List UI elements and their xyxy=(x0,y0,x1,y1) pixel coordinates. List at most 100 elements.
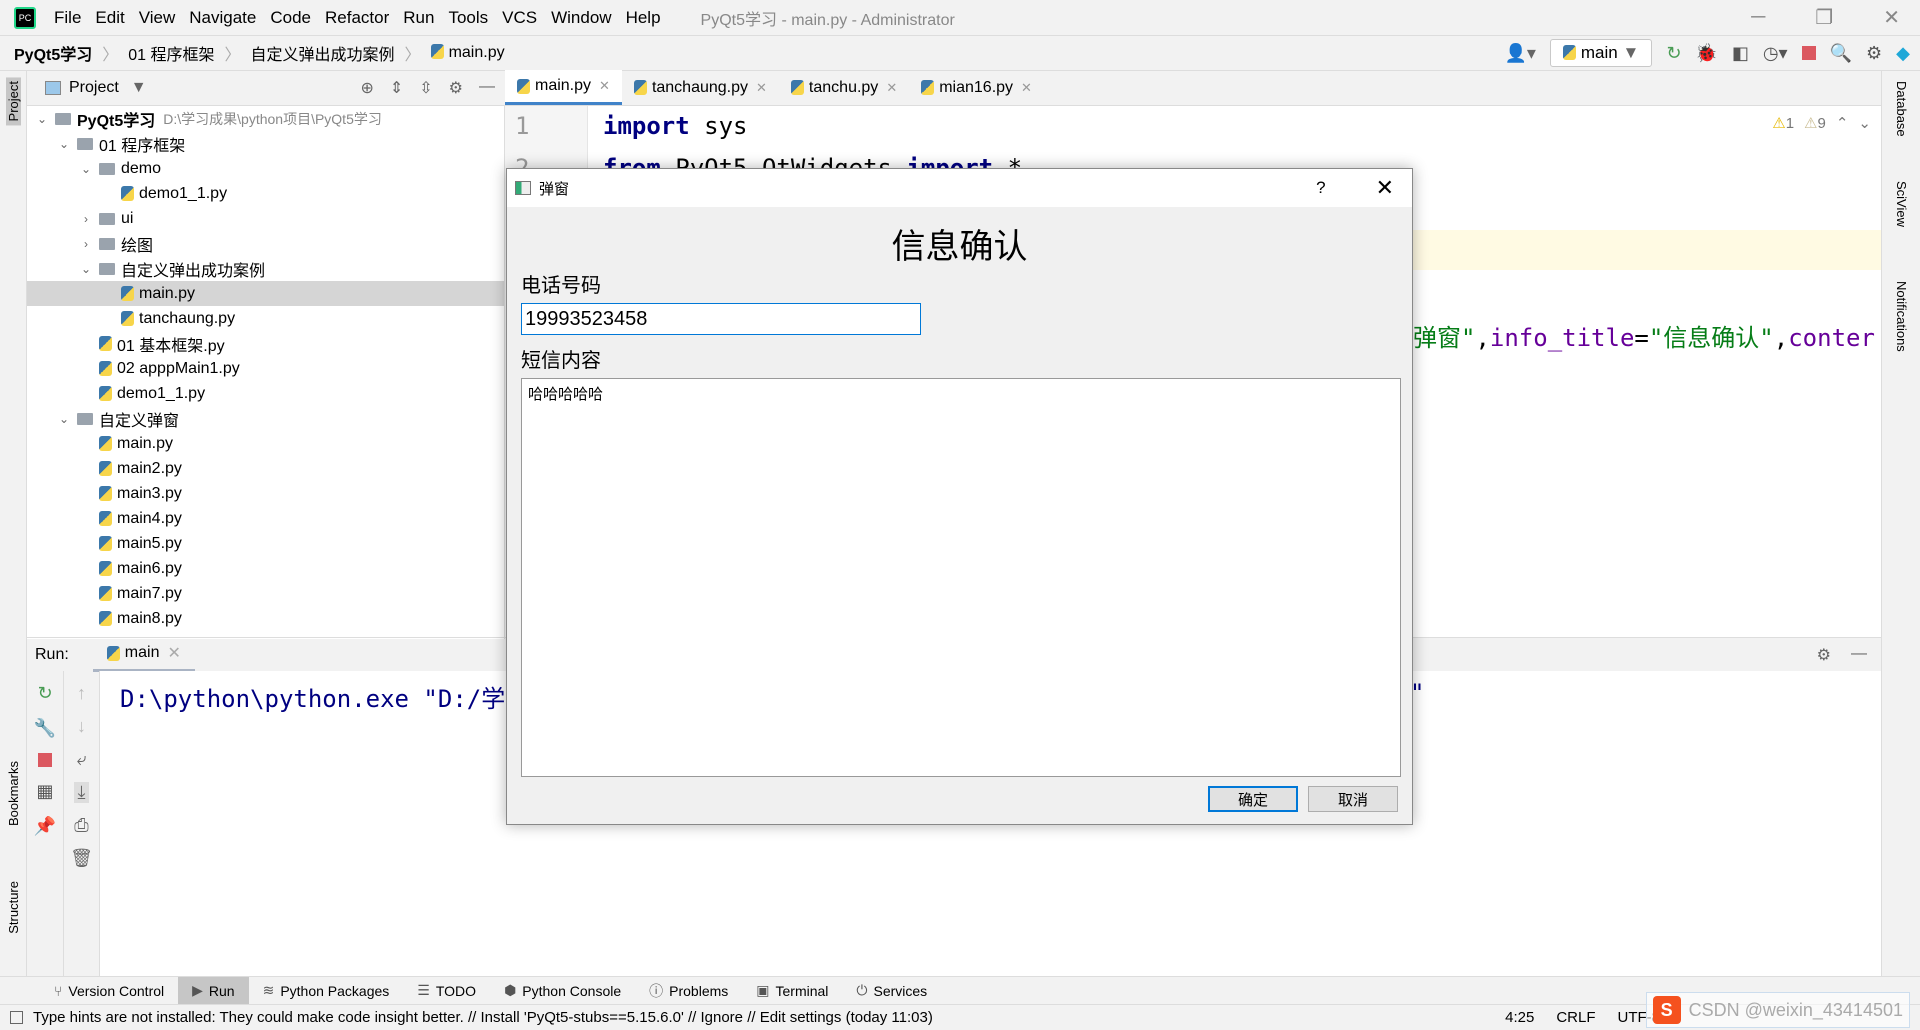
gear-icon[interactable]: ⚙ xyxy=(449,78,463,98)
tool-todo[interactable]: ☰ TODO xyxy=(403,977,490,1005)
chevron-down-icon[interactable]: ⌄ xyxy=(77,162,95,176)
menu-navigate[interactable]: Navigate xyxy=(189,8,256,28)
editor-tab[interactable]: mian16.py ✕ xyxy=(909,70,1044,105)
editor-tab[interactable]: main.py ✕ xyxy=(505,70,622,105)
menu-run[interactable]: Run xyxy=(403,8,434,28)
tree-item[interactable]: main7.py xyxy=(27,581,504,606)
run-config-select[interactable]: main ▼ xyxy=(1549,39,1653,67)
trash-icon[interactable]: 🗑 xyxy=(70,848,93,869)
menu-tools[interactable]: Tools xyxy=(448,8,488,28)
tool-python-packages[interactable]: ≋ Python Packages xyxy=(249,977,404,1005)
tree-item[interactable]: demo1_1.py xyxy=(27,381,504,406)
breadcrumb-item[interactable]: 01 程序框架 xyxy=(128,41,214,65)
breadcrumb-item[interactable]: PyQt5学习 xyxy=(14,41,92,65)
tree-item[interactable]: main8.py xyxy=(27,606,504,631)
print-icon[interactable]: ⎙ xyxy=(74,815,88,836)
tree-item[interactable]: › ui xyxy=(27,206,504,231)
chevron-right-icon[interactable]: › xyxy=(77,237,95,251)
close-tab-icon[interactable]: ✕ xyxy=(756,80,767,96)
tree-item[interactable]: › 绘图 xyxy=(27,231,504,256)
tree-item[interactable]: main3.py xyxy=(27,481,504,506)
gear-icon[interactable]: ⚙ xyxy=(1866,43,1882,64)
breadcrumb-item[interactable]: main.py xyxy=(430,44,515,62)
tree-item[interactable]: tanchaung.py xyxy=(27,306,504,331)
cancel-button[interactable]: 取消 xyxy=(1308,786,1398,812)
status-message[interactable]: Type hints are not installed: They could… xyxy=(33,1009,933,1026)
user-icon[interactable]: 👤▾ xyxy=(1504,43,1535,64)
tree-item[interactable]: 02 apppMain1.py xyxy=(27,356,504,381)
tool-version-control[interactable]: ⑂ Version Control xyxy=(40,977,178,1005)
profile-icon[interactable]: ◷▾ xyxy=(1763,43,1788,64)
stripe-project[interactable]: Project xyxy=(6,77,21,126)
menu-window[interactable]: Window xyxy=(551,8,611,28)
stop-icon[interactable] xyxy=(1801,46,1816,60)
locate-icon[interactable]: ⊕ xyxy=(360,78,373,98)
menu-file[interactable]: File xyxy=(54,8,81,28)
inspection-widget[interactable]: ⚠1 ⚠9 ⌃ ⌄ xyxy=(1772,114,1871,132)
editor-tab[interactable]: tanchaung.py ✕ xyxy=(622,70,779,105)
dialog-close-button[interactable]: ✕ xyxy=(1376,175,1394,201)
hide-icon[interactable]: — xyxy=(1851,645,1867,665)
tree-item[interactable]: main.py xyxy=(27,281,504,306)
close-tab-icon[interactable]: ✕ xyxy=(1021,80,1032,96)
tree-item[interactable]: main5.py xyxy=(27,531,504,556)
search-icon[interactable]: 🔍 xyxy=(1830,43,1852,64)
tree-item[interactable]: 01 基本框架.py xyxy=(27,331,504,356)
tree-item[interactable]: main6.py xyxy=(27,556,504,581)
tool-run[interactable]: ▶ Run xyxy=(178,976,249,1005)
menu-view[interactable]: View xyxy=(139,8,176,28)
tool-problems[interactable]: ⓘ Problems xyxy=(635,977,742,1005)
coverage-icon[interactable]: ◧ xyxy=(1732,43,1749,64)
chevron-down-icon[interactable]: ⌄ xyxy=(55,412,73,426)
minimize-button[interactable]: ─ xyxy=(1751,6,1765,29)
tree-item[interactable]: ⌄ 01 程序框架 xyxy=(27,131,504,156)
menu-code[interactable]: Code xyxy=(270,8,311,28)
up-icon[interactable]: ↑ xyxy=(77,683,86,704)
breadcrumb-item[interactable]: 自定义弹出成功案例 xyxy=(251,41,395,65)
editor-tab[interactable]: tanchu.py ✕ xyxy=(779,70,909,105)
expand-all-icon[interactable]: ⇕ xyxy=(390,78,403,98)
hide-icon[interactable]: — xyxy=(479,78,495,98)
pin-icon[interactable]: 📌 xyxy=(34,816,56,837)
help-button[interactable]: ? xyxy=(1316,178,1325,198)
collapse-all-icon[interactable]: ⇳ xyxy=(419,78,432,98)
menu-vcs[interactable]: VCS xyxy=(502,8,537,28)
tree-item[interactable]: main4.py xyxy=(27,506,504,531)
tool-python-console[interactable]: ⬢ Python Console xyxy=(490,977,635,1005)
tree-item[interactable]: ⌄ 自定义弹窗 xyxy=(27,406,504,431)
close-tab-icon[interactable]: ✕ xyxy=(886,80,897,96)
tree-root[interactable]: ⌄ PyQt5学习 D:\学习成果\python项目\PyQt5学习 xyxy=(27,106,504,131)
tree-item[interactable]: ⌄ 自定义弹出成功案例 xyxy=(27,256,504,281)
rerun-icon[interactable]: ↻ xyxy=(37,683,52,704)
tool-services[interactable]: ⏻ Services xyxy=(842,977,941,1005)
debug-icon[interactable]: 🐞 xyxy=(1695,43,1717,64)
caret-position[interactable]: 4:25 xyxy=(1505,1009,1534,1026)
toolbox-icon[interactable]: ◆ xyxy=(1896,43,1910,64)
scroll-to-end-icon[interactable]: ⤓ xyxy=(73,782,90,803)
ok-button[interactable]: 确定 xyxy=(1208,786,1298,812)
stripe-bookmarks[interactable]: Bookmarks xyxy=(6,761,21,826)
tree-item[interactable]: main2.py xyxy=(27,456,504,481)
chevron-right-icon[interactable]: › xyxy=(77,212,95,226)
close-tab-icon[interactable]: ✕ xyxy=(599,78,610,94)
stripe-structure[interactable]: Structure xyxy=(6,881,21,934)
menu-edit[interactable]: Edit xyxy=(95,8,124,28)
phone-input[interactable] xyxy=(521,303,921,335)
run-tab-main[interactable]: main ✕ xyxy=(92,638,195,672)
tree-item[interactable]: main.py xyxy=(27,431,504,456)
close-window-button[interactable]: ✕ xyxy=(1883,5,1900,30)
down-icon[interactable]: ↓ xyxy=(77,716,86,737)
stripe-sciview[interactable]: SciView xyxy=(1894,181,1909,227)
tree-item[interactable]: demo1_1.py xyxy=(27,181,504,206)
stripe-database[interactable]: Database xyxy=(1894,81,1909,137)
gear-icon[interactable]: ⚙ xyxy=(1817,645,1831,665)
line-separator[interactable]: CRLF xyxy=(1556,1009,1595,1026)
wrench-icon[interactable]: 🔧 xyxy=(34,718,56,739)
tool-terminal[interactable]: ▣ Terminal xyxy=(742,977,842,1005)
rerun-icon[interactable]: ↻ xyxy=(1666,43,1681,64)
tree-item[interactable]: ⌄ demo xyxy=(27,156,504,181)
sms-textarea[interactable]: 哈哈哈哈哈 xyxy=(521,378,1401,777)
menu-help[interactable]: Help xyxy=(626,8,661,28)
project-view-select[interactable]: Project xyxy=(69,79,119,97)
layout-icon[interactable]: ▦ xyxy=(36,781,53,802)
